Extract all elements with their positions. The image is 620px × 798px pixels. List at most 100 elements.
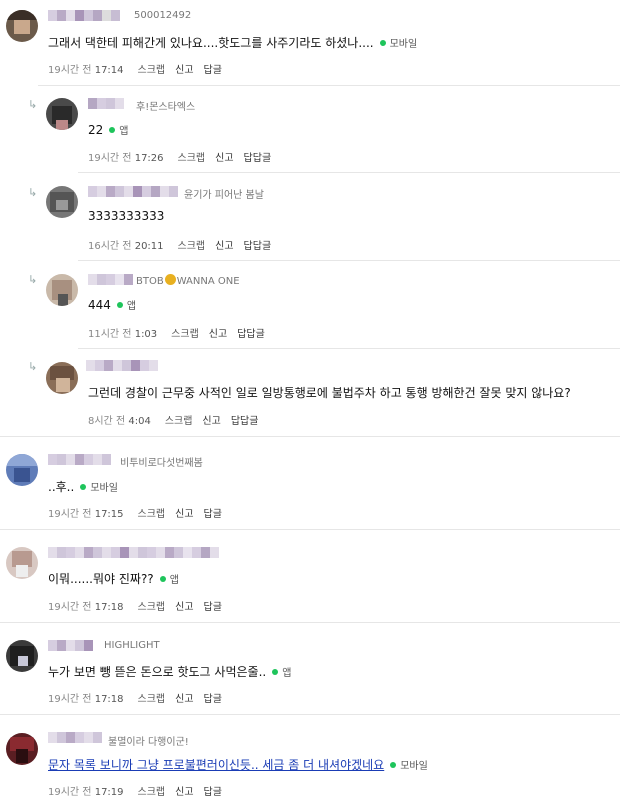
device-label: 모바일 <box>400 761 428 772</box>
device-dot-icon <box>116 302 123 308</box>
avatar[interactable] <box>46 362 78 394</box>
device-label: 앱 <box>282 668 292 679</box>
time-clock: 17:18 <box>94 694 124 705</box>
nickname-mosaic[interactable] <box>86 360 158 371</box>
reply-arrow-icon: ↳ <box>28 186 38 199</box>
divider <box>0 529 620 530</box>
report-button[interactable]: 신고 <box>215 153 233 164</box>
device-dot-icon <box>272 669 279 675</box>
nickname-mosaic[interactable] <box>88 186 178 197</box>
divider <box>0 714 620 715</box>
reply-button[interactable]: 답글 <box>204 787 222 798</box>
reply-button[interactable]: 답글 <box>204 509 222 520</box>
comment-actions: 11시간 전 1:03 스크랩 신고 답답글 <box>88 325 265 340</box>
time-clock: 4:04 <box>128 416 151 427</box>
scrap-button[interactable]: 스크랩 <box>165 416 193 427</box>
time-clock: 1:03 <box>134 329 158 340</box>
reply-button[interactable]: 답답글 <box>244 153 272 164</box>
time-clock: 17:14 <box>94 65 124 76</box>
nickname-mosaic[interactable] <box>48 547 219 558</box>
scrap-button[interactable]: 스크랩 <box>138 694 166 705</box>
timestamp: 19시간 전 <box>48 65 92 76</box>
user-extra: 불멸이라 다행이군! <box>108 737 189 748</box>
avatar[interactable] <box>46 186 78 218</box>
nickname-mosaic[interactable] <box>48 640 93 651</box>
comment-actions: 19시간 전 17:18 스크랩 신고 답글 <box>48 598 222 613</box>
scrap-button[interactable]: 스크랩 <box>138 509 166 520</box>
comment-actions: 19시간 전 17:19 스크랩 신고 답글 <box>48 783 222 798</box>
nickname-mosaic[interactable] <box>48 732 102 743</box>
time-clock: 17:18 <box>94 602 124 613</box>
reply-button[interactable]: 답답글 <box>231 416 259 427</box>
reply-button[interactable]: 답글 <box>204 602 222 613</box>
scrap-button[interactable]: 스크랩 <box>138 787 166 798</box>
avatar[interactable] <box>6 640 38 672</box>
scrap-button[interactable]: 스크랩 <box>138 65 166 76</box>
device-dot-icon <box>80 484 87 490</box>
comment-text-row: 그래서 댁한테 피해간게 있나요....핫도그를 사주기라도 하셨나.... 모바… <box>48 34 417 51</box>
comment-text-row: 그런데 경찰이 근무중 사적인 일로 일방통행로에 불법주차 하고 통행 방해한… <box>88 384 571 401</box>
report-button[interactable]: 신고 <box>175 602 193 613</box>
timestamp: 16시간 전 <box>88 241 132 252</box>
user-extra: 비투비로다섯번째봄 <box>120 458 203 469</box>
comment-actions: 8시간 전 4:04 스크랩 신고 답답글 <box>88 412 258 427</box>
reply-arrow-icon: ↳ <box>28 273 38 286</box>
timestamp: 19시간 전 <box>88 153 132 164</box>
divider <box>0 436 620 437</box>
comment-text-row: 3333333333 <box>88 209 164 223</box>
device-label: 모바일 <box>389 39 418 50</box>
timestamp: 19시간 전 <box>48 787 92 798</box>
scrap-button[interactable]: 스크랩 <box>171 329 199 340</box>
divider <box>38 85 620 86</box>
comment-actions: 19시간 전 17:15 스크랩 신고 답글 <box>48 505 222 520</box>
nickname-mosaic[interactable] <box>48 10 120 21</box>
nickname-mosaic[interactable] <box>48 454 111 465</box>
device-label: 앱 <box>169 575 179 586</box>
reply-arrow-icon: ↳ <box>28 98 38 111</box>
device-dot-icon <box>390 762 397 768</box>
avatar[interactable] <box>46 274 78 306</box>
reply-button[interactable]: 답답글 <box>237 329 265 340</box>
nickname-mosaic[interactable] <box>88 274 133 285</box>
divider <box>78 172 620 173</box>
scrap-button[interactable]: 스크랩 <box>178 241 206 252</box>
timestamp: 19시간 전 <box>48 602 92 613</box>
reply-button[interactable]: 답글 <box>204 65 222 76</box>
reply-button[interactable]: 답글 <box>204 694 222 705</box>
report-button[interactable]: 신고 <box>215 241 233 252</box>
scrap-button[interactable]: 스크랩 <box>178 153 206 164</box>
time-clock: 17:26 <box>134 153 164 164</box>
device-dot-icon <box>109 127 116 133</box>
report-button[interactable]: 신고 <box>175 65 193 76</box>
report-button[interactable]: 신고 <box>202 416 220 427</box>
avatar[interactable] <box>6 547 38 579</box>
comment-text-row: 누가 보면 뺑 뜯은 돈으로 핫도그 사먹은줄.. 앱 <box>48 663 291 680</box>
report-button[interactable]: 신고 <box>209 329 227 340</box>
comment-text: 이뭐......뭐야 진짜?? <box>48 572 154 586</box>
avatar[interactable] <box>46 98 78 130</box>
comment-text: 22 <box>88 123 104 137</box>
avatar[interactable] <box>6 10 38 42</box>
report-button[interactable]: 신고 <box>175 509 193 520</box>
divider <box>78 260 620 261</box>
scrap-button[interactable]: 스크랩 <box>138 602 166 613</box>
reply-button[interactable]: 답답글 <box>244 241 272 252</box>
avatar[interactable] <box>6 733 38 765</box>
nickname-mosaic[interactable] <box>88 98 124 109</box>
comment-text[interactable]: 문자 목록 보니까 그냥 프로불편러이신듯.. 세금 좀 더 내셔야겠네요 <box>48 758 384 772</box>
report-button[interactable]: 신고 <box>175 694 193 705</box>
comment-text: ..후.. <box>48 480 75 494</box>
user-extra: 500012492 <box>134 10 192 21</box>
comment-text: 444 <box>88 298 111 312</box>
user-extra: 윤기가 피어난 봄날 <box>184 190 264 201</box>
comment-text-row: 이뭐......뭐야 진짜?? 앱 <box>48 570 179 587</box>
divider <box>78 348 620 349</box>
comment-actions: 19시간 전 17:18 스크랩 신고 답글 <box>48 690 222 705</box>
time-clock: 17:15 <box>94 509 124 520</box>
comment-actions: 16시간 전 20:11 스크랩 신고 답답글 <box>88 237 271 252</box>
avatar[interactable] <box>6 454 38 486</box>
report-button[interactable]: 신고 <box>175 787 193 798</box>
comment-text: 3333333333 <box>88 209 165 223</box>
comment-text: 그래서 댁한테 피해간게 있나요....핫도그를 사주기라도 하셨나.... <box>48 36 374 50</box>
timestamp: 11시간 전 <box>88 329 132 340</box>
